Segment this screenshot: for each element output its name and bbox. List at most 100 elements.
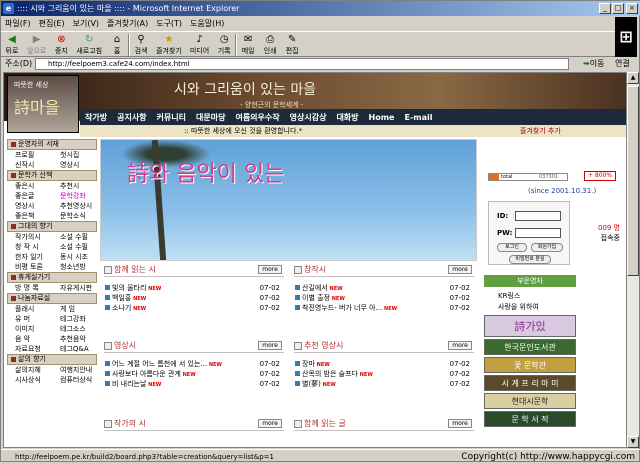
board-item[interactable]: 장마 NEW 07-02 (294, 359, 474, 369)
sidebar-link[interactable]: 테그Q&A (52, 344, 97, 354)
item-title[interactable]: 어느 계절 어느 틈천에 서 있는... (112, 360, 207, 368)
partner-banner[interactable]: 시 계 프 리 마 미 (484, 375, 576, 391)
item-title[interactable]: 비 내리는날 (112, 380, 146, 388)
sidebar-link[interactable]: 문학소식 (52, 211, 97, 221)
menu-edit[interactable]: 편집(E) (35, 19, 69, 28)
sidebar-link[interactable]: 이미지 (7, 324, 52, 334)
sidebar-link[interactable]: 테그강좌 (52, 314, 97, 324)
sidebar-link[interactable]: 자료요청 (7, 344, 52, 354)
site-logo[interactable]: 따뜻한 세상 詩마을 (7, 75, 79, 133)
sidebar-link[interactable]: 자유게시판 (52, 283, 97, 293)
board-item[interactable]: 착진영누드- 버가 너무 아... NEW 07-02 (294, 303, 474, 313)
back-button[interactable]: ◀ 뒤로 (1, 32, 23, 58)
sidebar-link[interactable]: 음 악 (7, 334, 52, 344)
menu-help[interactable]: 도움말(H) (186, 19, 228, 28)
sidebar-link[interactable]: 좋은책 (7, 211, 52, 221)
more-button[interactable]: more (258, 419, 282, 428)
more-button[interactable]: more (448, 341, 472, 350)
login-button[interactable]: 로그인 (497, 243, 527, 252)
pw-input[interactable] (515, 228, 561, 238)
refresh-button[interactable]: ↻ 새로고침 (72, 32, 106, 58)
sidebar-link[interactable]: 영상시 (7, 201, 52, 211)
partner-link[interactable]: 사랑을 위하여 (498, 302, 539, 312)
nav-item[interactable]: Home (364, 113, 400, 122)
sidebar-link[interactable]: 좋은시 (7, 181, 52, 191)
sidebar-link[interactable]: 소설 수필 (52, 242, 97, 252)
board-item[interactable]: 빛의 울타리 NEW 07-02 (104, 283, 284, 293)
sidebar-link[interactable]: 컴퓨터상식 (52, 375, 97, 385)
nav-item[interactable]: 영상시감상 (285, 112, 332, 123)
sidebar-link[interactable]: 작가의시 (7, 232, 52, 242)
board-item[interactable]: 산길에서 NEW 07-02 (294, 283, 474, 293)
print-button[interactable]: ⎙ 인쇄 (259, 32, 281, 58)
board-item[interactable]: 소나기 NEW 07-02 (104, 303, 284, 313)
sidebar-link[interactable]: 플래시 (7, 304, 52, 314)
minimize-button[interactable]: _ (599, 3, 611, 14)
partner-banner[interactable]: 현대시문학 (484, 393, 576, 409)
sidebar-link[interactable]: 프로필 (7, 150, 52, 160)
sidebar-link[interactable]: 좋은글 (7, 191, 52, 201)
scroll-down-button[interactable]: ▼ (627, 436, 639, 448)
close-button[interactable]: × (626, 3, 638, 14)
menu-tools[interactable]: 도구(T) (152, 19, 186, 28)
sidebar-link[interactable]: 청소년방 (52, 262, 97, 272)
more-button[interactable]: more (258, 341, 282, 350)
item-title[interactable]: 백일홍 (112, 294, 131, 302)
partner-banner[interactable]: 문 학 서 적 (484, 411, 576, 427)
media-button[interactable]: ♪ 미디어 (186, 32, 213, 58)
address-input[interactable]: http://feelpoem3.cafe24.com/index.html (35, 58, 569, 70)
board-item[interactable]: 별(蓼) NEW 07-02 (294, 379, 474, 389)
board-item[interactable]: 산목의 밤은 슬프다 NEW 07-02 (294, 369, 474, 379)
item-title[interactable]: 소나기 (112, 304, 131, 312)
item-title[interactable]: 산목의 밤은 슬프다 (302, 370, 358, 378)
nav-item[interactable]: E-mail (399, 113, 437, 122)
board-item[interactable]: 비 내리는날 NEW 07-02 (104, 379, 284, 389)
stop-button[interactable]: ⊗ 중지 (50, 32, 72, 58)
sidebar-link[interactable]: 테그소스 (52, 324, 97, 334)
item-title[interactable]: 사랑보다 아름다운 관계 (112, 370, 181, 378)
forward-button[interactable]: ▶ 앞으로 (23, 32, 50, 58)
lost-password-button[interactable]: 비밀번호 분실 (509, 255, 551, 264)
maximize-button[interactable]: □ (612, 3, 624, 14)
sidebar-link[interactable]: 첫시집 (52, 150, 97, 160)
sidebar-link[interactable]: 여행지안내 (52, 365, 97, 375)
more-button[interactable]: more (258, 265, 282, 274)
menu-file[interactable]: 파일(F) (1, 19, 35, 28)
nav-item[interactable]: 여름의우수작 (230, 112, 284, 123)
board-item[interactable]: 이별 출정 NEW 07-02 (294, 293, 474, 303)
id-input[interactable] (515, 211, 561, 221)
sidebar-link[interactable]: 창 작 시 (7, 242, 52, 252)
sidebar-link[interactable]: 소설 수필 (52, 232, 97, 242)
item-title[interactable]: 산길에서 (302, 284, 328, 292)
more-button[interactable]: more (448, 265, 472, 274)
nav-item[interactable]: 작가방 (80, 112, 112, 123)
scroll-thumb[interactable] (627, 86, 639, 276)
nav-item[interactable]: 공지사항 (112, 112, 151, 123)
sidebar-link[interactable]: 시사상식 (7, 375, 52, 385)
partner-banner[interactable]: 꽃 문학관 (484, 357, 576, 373)
nav-item[interactable]: 커뮤니티 (152, 112, 191, 123)
board-item[interactable]: 백일홍 NEW 07-02 (104, 293, 284, 303)
sidebar-link[interactable]: 추천영상시 (52, 201, 97, 211)
history-button[interactable]: ◷ 기록 (213, 32, 235, 58)
item-title[interactable]: 장마 (302, 360, 315, 368)
board-item[interactable]: 사랑보다 아름다운 관계 NEW 07-02 (104, 369, 284, 379)
partner-banner[interactable]: 한국문인도서관 (484, 339, 576, 355)
favorites-button[interactable]: ★ 즐겨찾기 (152, 32, 186, 58)
sidebar-link[interactable]: 한자 일기 (7, 252, 52, 262)
more-button[interactable]: more (448, 419, 472, 428)
item-title[interactable]: 착진영누드- 버가 너무 아... (302, 304, 382, 312)
sidebar-link[interactable]: 방 명 록 (7, 283, 52, 293)
menu-favorites[interactable]: 즐겨찾기(A) (103, 19, 152, 28)
sidebar-link[interactable]: 유 머 (7, 314, 52, 324)
sidebar-link[interactable]: 추천음악 (52, 334, 97, 344)
search-button[interactable]: ⚲ 검색 (130, 32, 152, 58)
board-item[interactable]: 어느 계절 어느 틈천에 서 있는... NEW 07-02 (104, 359, 284, 369)
sidebar-link[interactable]: 동시 시조 (52, 252, 97, 262)
mail-button[interactable]: ✉ 메일 (237, 32, 259, 58)
sidebar-link[interactable]: 추천시 (52, 181, 97, 191)
sidebar-link[interactable]: 영상시 (52, 160, 97, 170)
item-title[interactable]: 이별 출정 (302, 294, 330, 302)
edit-button[interactable]: ✎ 편집 (281, 32, 303, 58)
scroll-up-button[interactable]: ▲ (627, 72, 639, 84)
